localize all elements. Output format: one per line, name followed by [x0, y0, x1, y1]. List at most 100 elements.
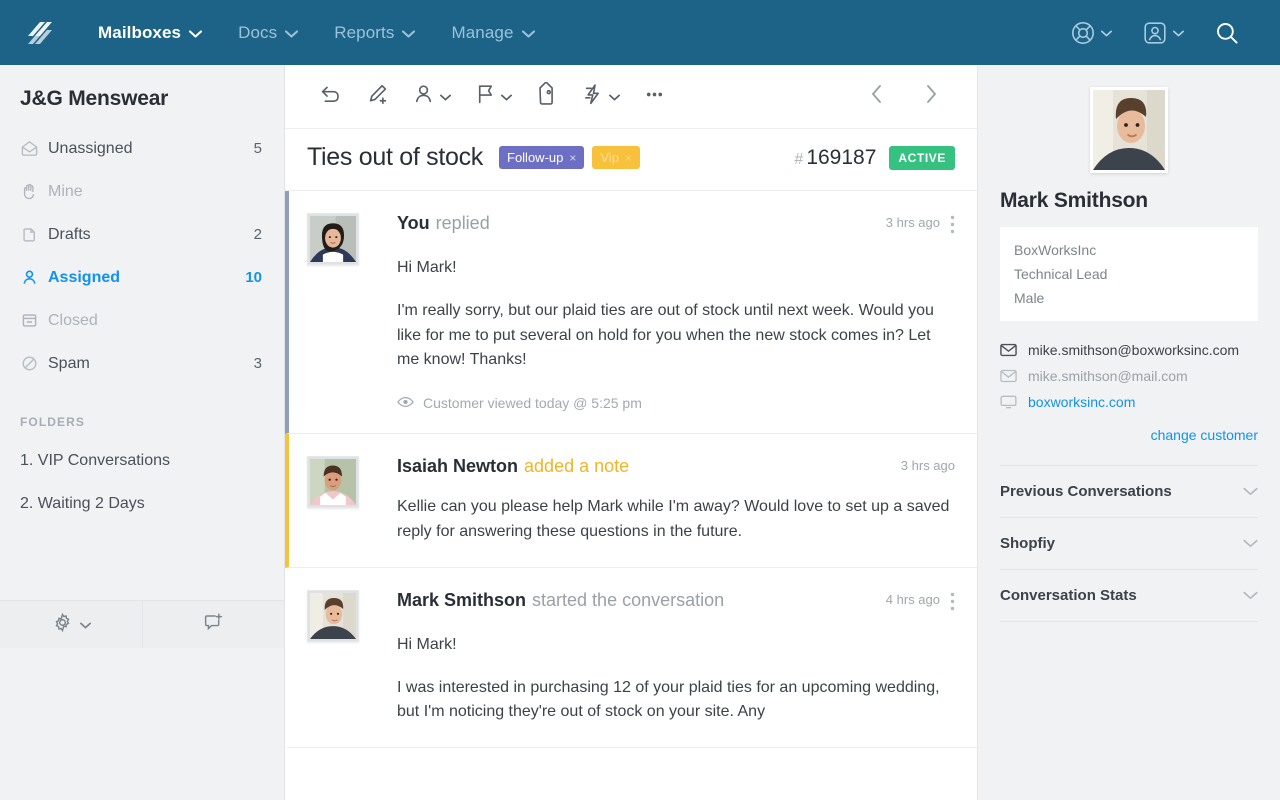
chevron-down-icon — [522, 23, 535, 43]
status-button[interactable] — [462, 76, 523, 118]
message-text: Hi Mark! I'm really sorry, but our plaid… — [397, 256, 955, 373]
gear-icon — [52, 612, 73, 638]
message-header: Isaiah Newton added a note 3 hrs ago — [397, 456, 955, 477]
sidebar-bottom-bar — [0, 600, 284, 648]
conversation-pager — [859, 76, 955, 117]
next-conversation-button[interactable] — [913, 76, 949, 117]
chevron-down-icon — [189, 23, 202, 43]
envelope-outline-icon — [1000, 369, 1017, 383]
helpscout-logo-icon[interactable] — [22, 16, 56, 50]
monitor-icon — [1000, 395, 1017, 409]
sidebar-accordion: Previous Conversations Shopfiy Conversat… — [1000, 465, 1258, 622]
conversation-number-value: 169187 — [806, 146, 876, 169]
kebab-menu-icon[interactable] — [950, 590, 955, 615]
message-paragraph: Hi Mark! — [397, 256, 955, 281]
message-timestamp: 3 hrs ago — [901, 456, 955, 476]
chevron-down-icon — [501, 88, 512, 106]
conversation-number: #169187 — [794, 146, 876, 170]
ellipsis-icon — [642, 82, 667, 112]
message-action: replied — [436, 213, 490, 234]
sidebar-item-label: Drafts — [48, 226, 254, 244]
conversation-toolbar — [285, 65, 977, 129]
tag-list: Follow-up × Vip × — [499, 146, 640, 169]
avatar — [307, 456, 359, 545]
message-paragraph: Kellie can you please help Mark while I'… — [397, 495, 955, 545]
website-value: boxworksinc.com — [1028, 394, 1135, 410]
accordion-shopify[interactable]: Shopfiy — [1000, 518, 1258, 570]
assign-button[interactable] — [401, 76, 462, 118]
sidebar-folder-waiting-2-days[interactable]: 2. Waiting 2 Days — [0, 482, 284, 525]
message-header: Mark Smithson started the conversation 4… — [397, 590, 955, 615]
sidebar-item-mine[interactable]: Mine — [0, 170, 284, 213]
more-button[interactable] — [631, 76, 678, 118]
folder-list: Unassigned 5 Mine Drafts 2 — [0, 125, 284, 385]
sidebar-item-unassigned[interactable]: Unassigned 5 — [0, 127, 284, 170]
help-lifebuoy-icon[interactable] — [1058, 12, 1124, 54]
sidebar-item-assigned[interactable]: Assigned 10 — [0, 256, 284, 299]
tag-label: Vip — [600, 150, 619, 165]
message-meta: 3 hrs ago — [870, 213, 955, 238]
reply-button[interactable] — [307, 76, 354, 118]
sidebar-item-count: 3 — [254, 355, 262, 372]
accordion-previous-conversations[interactable]: Previous Conversations — [1000, 466, 1258, 518]
chevron-down-icon — [80, 616, 91, 634]
remove-tag-icon[interactable]: × — [625, 151, 632, 165]
message-body: You replied 3 hrs ago Hi Mark! I' — [397, 213, 955, 411]
message-text: Kellie can you please help Mark while I'… — [397, 495, 955, 545]
message-text: Hi Mark! I was interested in purchasing … — [397, 633, 955, 725]
app-window: Mailboxes Docs Reports Manage — [0, 0, 1280, 800]
tag-label: Follow-up — [507, 150, 563, 165]
main-menu: Mailboxes Docs Reports Manage — [80, 0, 553, 65]
viewed-status: Customer viewed today @ 5:25 pm — [397, 395, 955, 411]
chevron-down-icon — [440, 88, 451, 106]
settings-menu-button[interactable] — [0, 601, 142, 648]
add-note-button[interactable] — [354, 76, 401, 118]
search-icon[interactable] — [1202, 12, 1252, 54]
tag-vip[interactable]: Vip × — [592, 146, 640, 169]
customer-sidebar: Mark Smithson BoxWorksInc Technical Lead… — [978, 65, 1280, 800]
sidebar-item-label: Mine — [48, 183, 262, 201]
sidebar-folder-vip-conversations[interactable]: 1. VIP Conversations — [0, 439, 284, 482]
nav-right-icons — [1058, 12, 1258, 54]
email-value: mike.smithson@mail.com — [1028, 368, 1188, 384]
user-account-icon[interactable] — [1130, 12, 1196, 54]
customer-email-secondary[interactable]: mike.smithson@mail.com — [1000, 363, 1258, 389]
new-conversation-button[interactable] — [142, 601, 284, 648]
saved-replies-button[interactable] — [570, 76, 631, 118]
flag-icon — [473, 82, 498, 112]
remove-tag-icon[interactable]: × — [569, 151, 576, 165]
nav-item-reports[interactable]: Reports — [316, 0, 433, 65]
tag-button[interactable] — [523, 76, 570, 118]
customer-job-title: Technical Lead — [1014, 262, 1244, 286]
kebab-menu-icon[interactable] — [950, 213, 955, 238]
nav-item-manage[interactable]: Manage — [433, 0, 552, 65]
status-badge[interactable]: ACTIVE — [889, 146, 955, 170]
accordion-conversation-stats[interactable]: Conversation Stats — [1000, 570, 1258, 622]
previous-conversation-button[interactable] — [859, 76, 895, 117]
person-icon — [20, 268, 48, 287]
customer-company: BoxWorksInc — [1014, 238, 1244, 262]
sidebar-item-count: 5 — [254, 140, 262, 157]
message-action: added a note — [524, 456, 629, 477]
hand-icon — [20, 182, 48, 201]
top-navigation-bar: Mailboxes Docs Reports Manage — [0, 0, 1280, 65]
email-value: mike.smithson@boxworksinc.com — [1028, 342, 1239, 358]
sidebar-item-closed[interactable]: Closed — [0, 299, 284, 342]
conversation-header: Ties out of stock Follow-up × Vip × #169… — [285, 129, 977, 191]
customer-gender: Male — [1014, 286, 1244, 310]
chevron-down-icon — [1173, 24, 1184, 42]
change-customer-link[interactable]: change customer — [1000, 427, 1258, 443]
person-icon — [412, 82, 437, 112]
sidebar-item-spam[interactable]: Spam 3 — [0, 342, 284, 385]
customer-email-primary[interactable]: mike.smithson@boxworksinc.com — [1000, 337, 1258, 363]
conversation-panel: Ties out of stock Follow-up × Vip × #169… — [285, 65, 978, 800]
nav-item-mailboxes[interactable]: Mailboxes — [80, 0, 220, 65]
body-row: J&G Menswear Unassigned 5 Mine — [0, 65, 1280, 800]
tag-follow-up[interactable]: Follow-up × — [499, 146, 584, 169]
sidebar-item-count: 2 — [254, 226, 262, 243]
sidebar-item-drafts[interactable]: Drafts 2 — [0, 213, 284, 256]
message-paragraph: I'm really sorry, but our plaid ties are… — [397, 299, 955, 373]
customer-website[interactable]: boxworksinc.com — [1000, 389, 1258, 415]
nav-item-docs[interactable]: Docs — [220, 0, 316, 65]
nav-label: Reports — [334, 23, 394, 43]
